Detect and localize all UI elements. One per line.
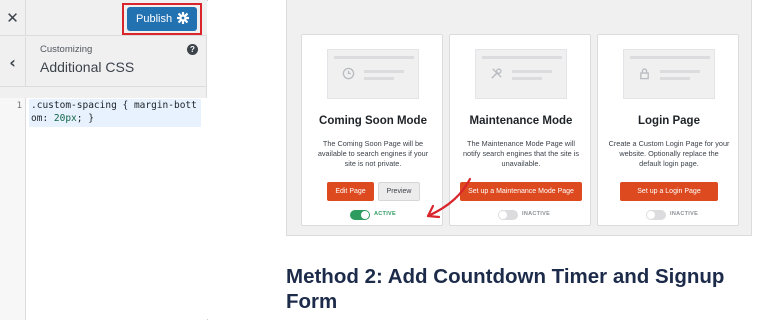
publish-button-label: Publish — [136, 13, 173, 25]
card-placeholder — [475, 49, 567, 99]
toggle-status-label: ACTIVE — [374, 211, 396, 217]
tools-icon — [491, 68, 502, 79]
card-description: The Coming Soon Page will be available t… — [317, 139, 429, 168]
card-description: The Maintenance Mode Page will notify se… — [462, 139, 579, 168]
code-close: ; } — [76, 113, 94, 124]
toggle-status-label: INACTIVE — [522, 211, 551, 217]
red-arrow-annotation — [426, 177, 472, 219]
site-preview: Coming Soon Mode The Coming Soon Page wi… — [208, 0, 768, 320]
customizer-topbar: ✕ Publish — [0, 0, 207, 36]
card-title: Maintenance Mode — [469, 115, 573, 127]
code-line[interactable]: .custom-spacing { margin-bottom: 20px; } — [29, 99, 201, 127]
clock-icon — [342, 67, 355, 80]
edit-page-button[interactable]: Edit Page — [327, 182, 374, 201]
card-login-page: Login Page Create a Custom Login Page fo… — [597, 34, 739, 226]
section-title: Additional CSS — [40, 59, 135, 75]
css-code-editor[interactable]: 1 .custom-spacing { margin-bottom: 20px;… — [0, 98, 207, 320]
line-number: 1 — [16, 101, 22, 111]
line-number-gutter: 1 — [0, 98, 26, 320]
card-placeholder — [623, 49, 715, 99]
toggle-status-label: INACTIVE — [670, 211, 699, 217]
card-description: Create a Custom Login Page for your webs… — [608, 139, 730, 168]
card-title: Coming Soon Mode — [319, 115, 427, 127]
status-toggle[interactable] — [498, 210, 518, 220]
gear-icon[interactable] — [177, 12, 189, 24]
embedded-screenshot: Coming Soon Mode The Coming Soon Page wi… — [286, 0, 752, 236]
customizer-panel: ✕ Publish ‹ Customizing Additional CSS ?… — [0, 0, 207, 320]
section-subtitle: Customizing — [40, 44, 93, 55]
setup-login-button[interactable]: Set up a Login Page — [620, 182, 718, 201]
code-value: 20px — [53, 113, 77, 124]
close-icon[interactable]: ✕ — [0, 0, 26, 36]
section-header: ‹ Customizing Additional CSS ? — [0, 37, 207, 87]
status-toggle[interactable] — [646, 210, 666, 220]
help-icon[interactable]: ? — [187, 44, 198, 55]
code-selector: .custom-spacing — [31, 100, 117, 111]
setup-maintenance-button[interactable]: Set up a Maintenance Mode Page — [460, 182, 582, 201]
card-placeholder — [327, 49, 419, 99]
publish-button[interactable]: Publish — [127, 7, 197, 31]
card-title: Login Page — [638, 115, 700, 127]
preview-button[interactable]: Preview — [378, 182, 420, 201]
status-toggle[interactable] — [350, 210, 370, 220]
lock-icon — [640, 68, 649, 80]
section-heading: Method 2: Add Countdown Timer and Signup… — [286, 265, 725, 313]
chevron-left-icon[interactable]: ‹ — [0, 37, 26, 87]
